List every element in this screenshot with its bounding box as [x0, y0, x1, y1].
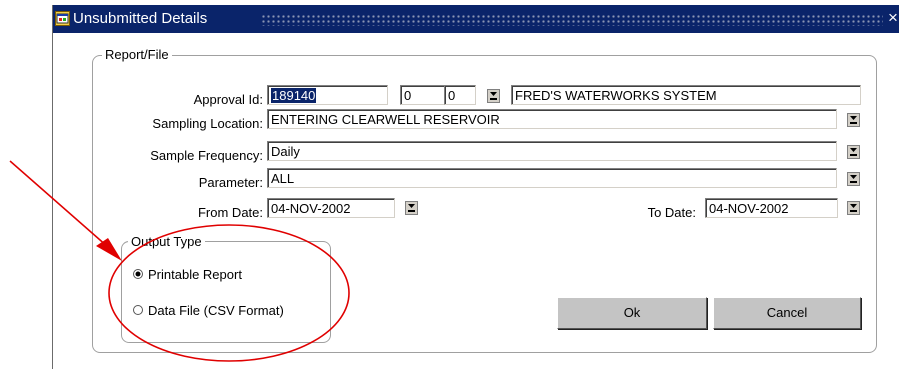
title-bar[interactable]: Unsubmitted Details ×: [53, 5, 899, 33]
window-title: Unsubmitted Details: [73, 10, 208, 27]
sampling-location-lov-icon[interactable]: [847, 113, 860, 127]
app-window-icon: [55, 11, 70, 26]
parameter-field[interactable]: ALL: [267, 168, 837, 188]
printable-report-label: Printable Report: [148, 267, 242, 282]
radio-unselected-icon[interactable]: [133, 305, 143, 315]
approval-id-label: Approval Id:: [193, 92, 263, 107]
sample-frequency-label: Sample Frequency:: [150, 148, 263, 163]
approval-id-field[interactable]: 189140: [267, 85, 388, 105]
approval-id-value: 189140: [271, 88, 317, 103]
ok-button[interactable]: Ok: [557, 297, 707, 329]
report-file-legend: Report/File: [102, 47, 172, 62]
output-type-group: [121, 241, 331, 343]
data-file-csv-label: Data File (CSV Format): [148, 303, 284, 318]
output-type-legend: Output Type: [128, 234, 205, 249]
data-file-csv-option[interactable]: Data File (CSV Format): [133, 303, 284, 318]
parameter-label: Parameter:: [198, 175, 263, 190]
printable-report-option[interactable]: Printable Report: [133, 267, 242, 282]
cancel-button[interactable]: Cancel: [713, 297, 861, 329]
from-date-field[interactable]: 04-NOV-2002: [267, 198, 395, 218]
close-icon[interactable]: ×: [886, 8, 899, 28]
system-name-field[interactable]: FRED'S WATERWORKS SYSTEM: [511, 85, 861, 105]
parameter-lov-icon[interactable]: [847, 172, 860, 186]
from-date-lov-icon[interactable]: [405, 201, 418, 215]
radio-selected-icon[interactable]: [133, 269, 143, 279]
approval-sub2-field[interactable]: 0: [444, 85, 476, 105]
sampling-location-label: Sampling Location:: [152, 116, 263, 131]
to-date-label: To Date:: [647, 205, 696, 220]
sample-frequency-lov-icon[interactable]: [847, 145, 860, 159]
sampling-location-field[interactable]: ENTERING CLEARWELL RESERVOIR: [267, 109, 837, 129]
unsubmitted-details-window: Unsubmitted Details × Report/File Approv…: [52, 5, 899, 369]
approval-lov-button-icon[interactable]: [487, 89, 500, 103]
approval-sub1-field[interactable]: 0: [400, 85, 446, 105]
title-bar-pattern: [261, 14, 883, 26]
sample-frequency-field[interactable]: Daily: [267, 141, 837, 161]
from-date-label: From Date:: [197, 205, 263, 220]
to-date-lov-icon[interactable]: [847, 201, 860, 215]
to-date-field[interactable]: 04-NOV-2002: [705, 198, 838, 218]
